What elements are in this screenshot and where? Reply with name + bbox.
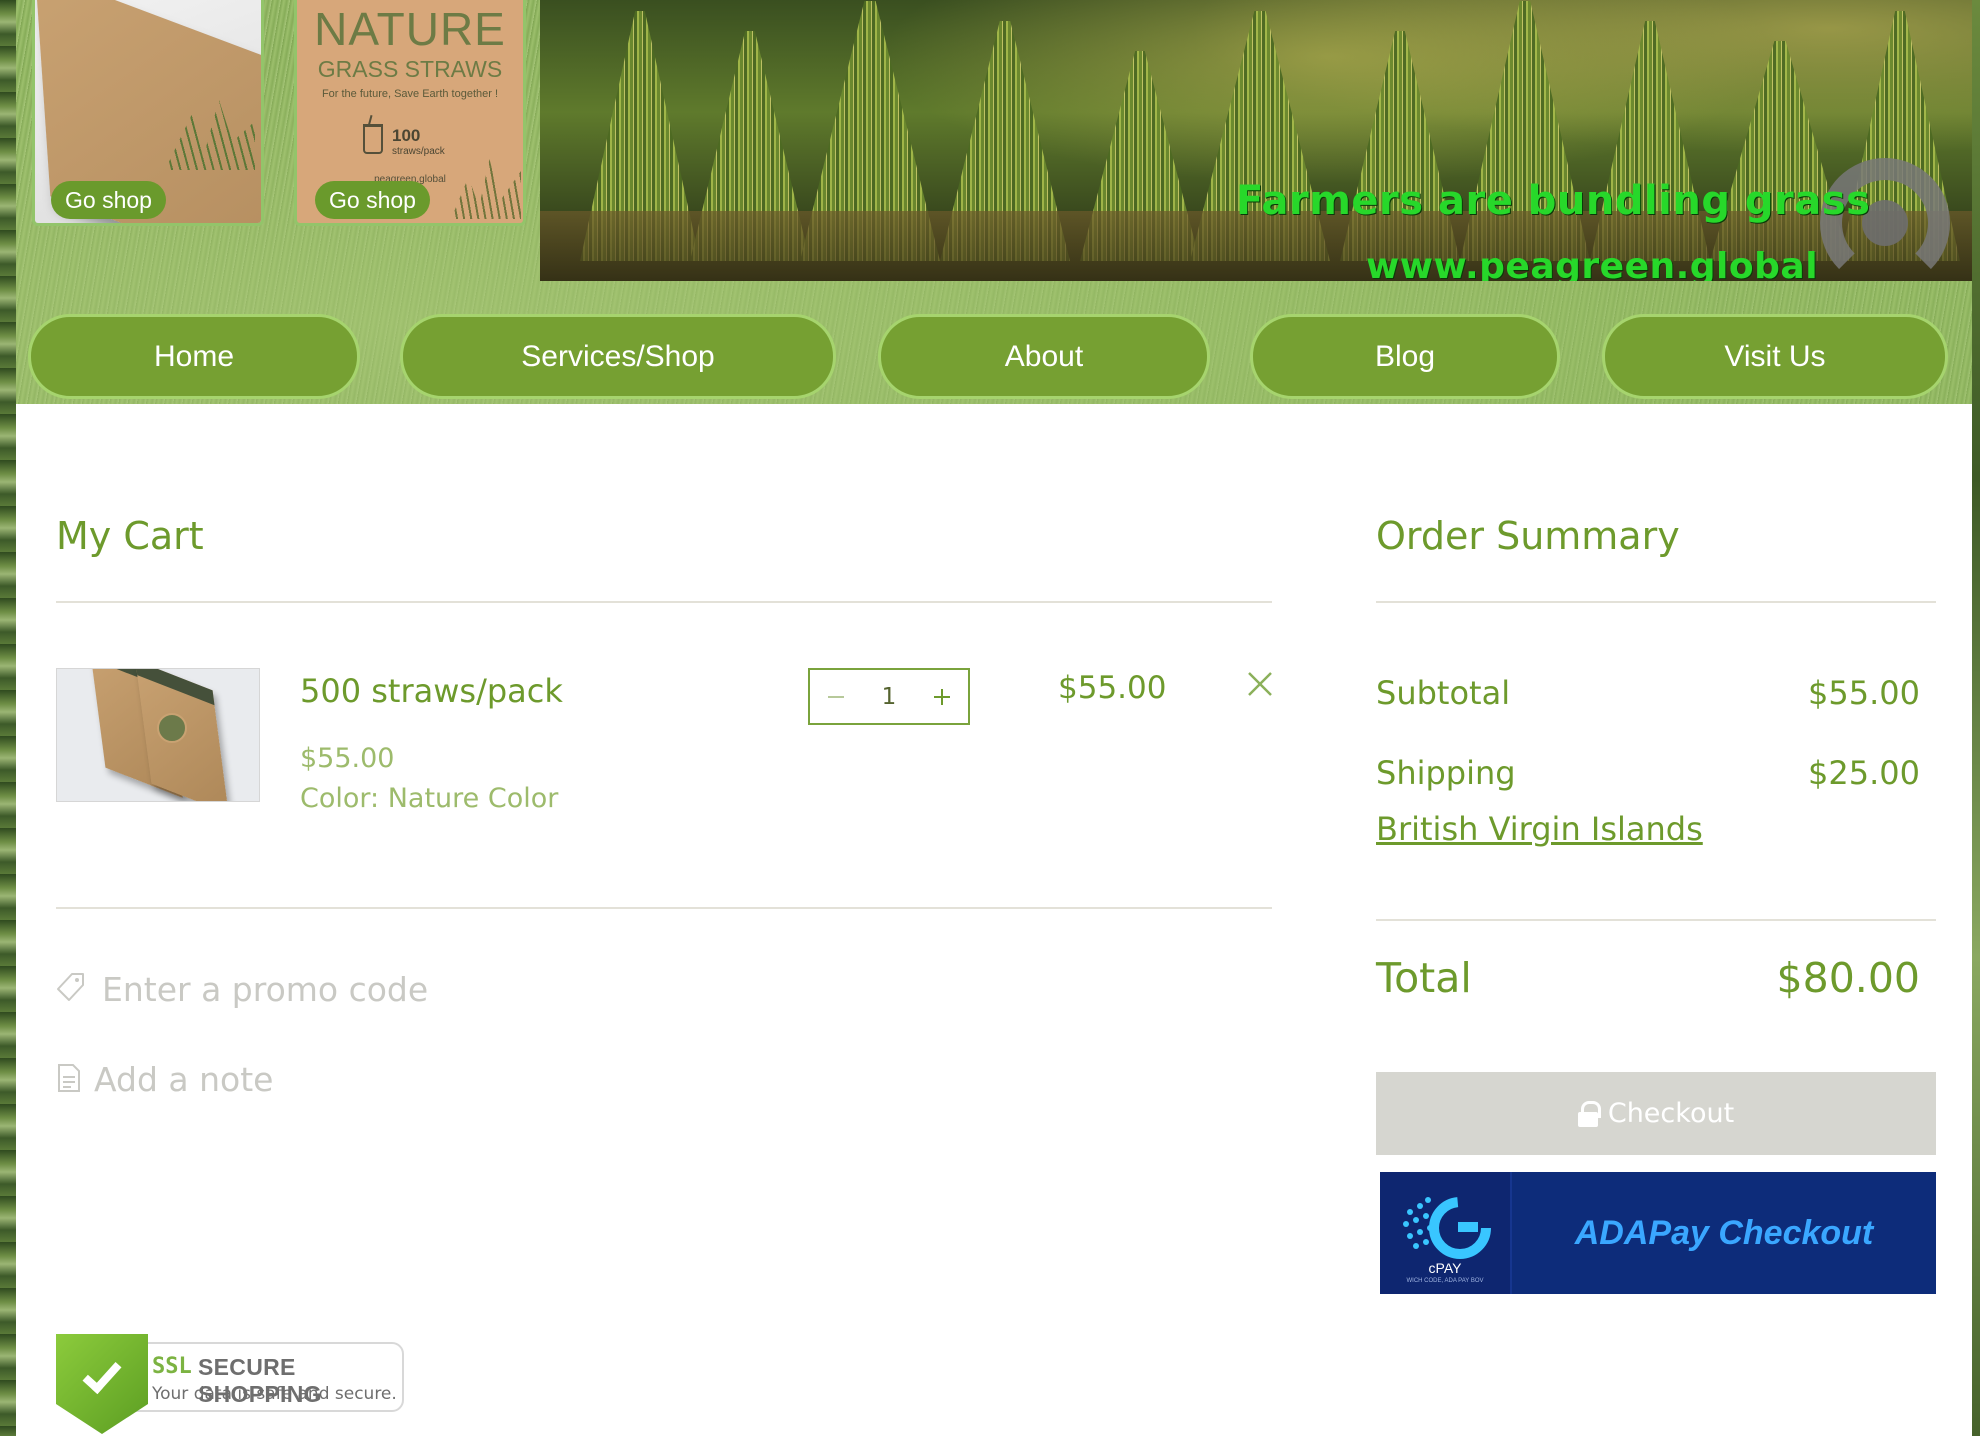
cup-icon bbox=[363, 124, 383, 154]
nav-blog[interactable]: Blog bbox=[1250, 314, 1560, 399]
order-summary-title: Order Summary bbox=[1376, 514, 1680, 558]
note-icon bbox=[56, 1063, 82, 1097]
nature-title: NATURE bbox=[314, 3, 506, 55]
go-shop-button[interactable]: Go shop bbox=[51, 181, 166, 219]
plus-icon[interactable] bbox=[928, 683, 956, 711]
nav-services-shop[interactable]: Services/Shop bbox=[400, 314, 836, 399]
lock-icon bbox=[1577, 1100, 1601, 1127]
left-edge-background bbox=[0, 0, 16, 1436]
cart-item-line-total: $55.00 bbox=[1058, 670, 1167, 706]
cart-item-thumbnail[interactable] bbox=[56, 668, 260, 802]
minus-icon[interactable] bbox=[822, 683, 850, 711]
cpay-dots-icon bbox=[1403, 1197, 1491, 1259]
product-card-kraft-box[interactable]: Go shop bbox=[32, 0, 264, 226]
shipping-value: $25.00 bbox=[1808, 754, 1920, 792]
package-seal bbox=[157, 713, 187, 743]
cart-page: My Cart 500 straws/pack $55.00 Color: Na… bbox=[16, 404, 1972, 1436]
shipping-region-link[interactable]: British Virgin Islands bbox=[1376, 810, 1703, 848]
total-label: Total bbox=[1376, 954, 1472, 1002]
shipping-label: Shipping bbox=[1376, 754, 1516, 792]
product-card-nature-straws[interactable]: NATURE GRASS STRAWS For the future, Save… bbox=[294, 0, 526, 226]
checkout-button[interactable]: Checkout bbox=[1376, 1072, 1936, 1155]
site-header: Go shop NATURE GRASS STRAWS For the futu… bbox=[16, 0, 1972, 404]
cart-title: My Cart bbox=[56, 514, 204, 558]
photo-caption: Farmers are bundling grass bbox=[1236, 178, 1871, 224]
cpay-logo: cPAY WICH CODE, ADA PAY BOV bbox=[1380, 1172, 1512, 1294]
ssl-subtitle: Your data is safe and secure. bbox=[152, 1384, 397, 1404]
subtotal-label: Subtotal bbox=[1376, 674, 1511, 712]
straw-count: 100 bbox=[392, 126, 421, 145]
nav-visit-us[interactable]: Visit Us bbox=[1602, 314, 1948, 399]
subtotal-value: $55.00 bbox=[1808, 674, 1920, 712]
total-value: $80.00 bbox=[1776, 954, 1920, 1002]
remove-item-close-icon[interactable] bbox=[1244, 668, 1276, 700]
promo-code-label: Enter a promo code bbox=[102, 970, 429, 1009]
right-edge-background bbox=[1972, 0, 1980, 1436]
go-shop-button[interactable]: Go shop bbox=[315, 181, 430, 219]
quantity-stepper: 1 bbox=[808, 668, 970, 725]
ssl-secure-badge: SSL SECURE SHOPPING Your data is safe an… bbox=[56, 1334, 404, 1436]
nav-home[interactable]: Home bbox=[28, 314, 360, 399]
summary-divider-bottom bbox=[1376, 919, 1936, 921]
cart-item-name[interactable]: 500 straws/pack bbox=[300, 672, 563, 710]
nav-about[interactable]: About bbox=[878, 314, 1210, 399]
tag-icon bbox=[56, 972, 86, 1008]
straw-count-unit: straws/pack bbox=[392, 146, 445, 157]
adapay-label: ADAPay Checkout bbox=[1574, 1213, 1874, 1252]
ssl-tag: SSL bbox=[152, 1354, 192, 1379]
cart-divider-bottom bbox=[56, 907, 1272, 909]
summary-divider-top bbox=[1376, 601, 1936, 603]
cart-item-color: Color: Nature Color bbox=[300, 783, 559, 814]
nature-tagline: For the future, Save Earth together ! bbox=[321, 88, 499, 100]
add-note-link[interactable]: Add a note bbox=[56, 1060, 273, 1099]
add-note-label: Add a note bbox=[94, 1060, 274, 1099]
cpay-text: cPAY bbox=[1428, 1260, 1462, 1276]
farm-banner-photo: Farmers are bundling grass www.peagreen.… bbox=[540, 0, 1972, 281]
quantity-input[interactable]: 1 bbox=[882, 684, 897, 710]
promo-code-link[interactable]: Enter a promo code bbox=[56, 970, 428, 1009]
adapay-checkout-button[interactable]: cPAY WICH CODE, ADA PAY BOV ADAPay Check… bbox=[1380, 1172, 1936, 1294]
cpay-subtext: WICH CODE, ADA PAY BOV bbox=[1406, 1278, 1484, 1284]
cart-divider-top bbox=[56, 601, 1272, 603]
cart-item-unit-price: $55.00 bbox=[300, 743, 395, 774]
grass-decoration bbox=[451, 159, 521, 219]
checkout-label: Checkout bbox=[1607, 1098, 1735, 1129]
nature-subtitle: GRASS STRAWS bbox=[317, 56, 503, 82]
photo-url-watermark: www.peagreen.global bbox=[1366, 246, 1819, 281]
